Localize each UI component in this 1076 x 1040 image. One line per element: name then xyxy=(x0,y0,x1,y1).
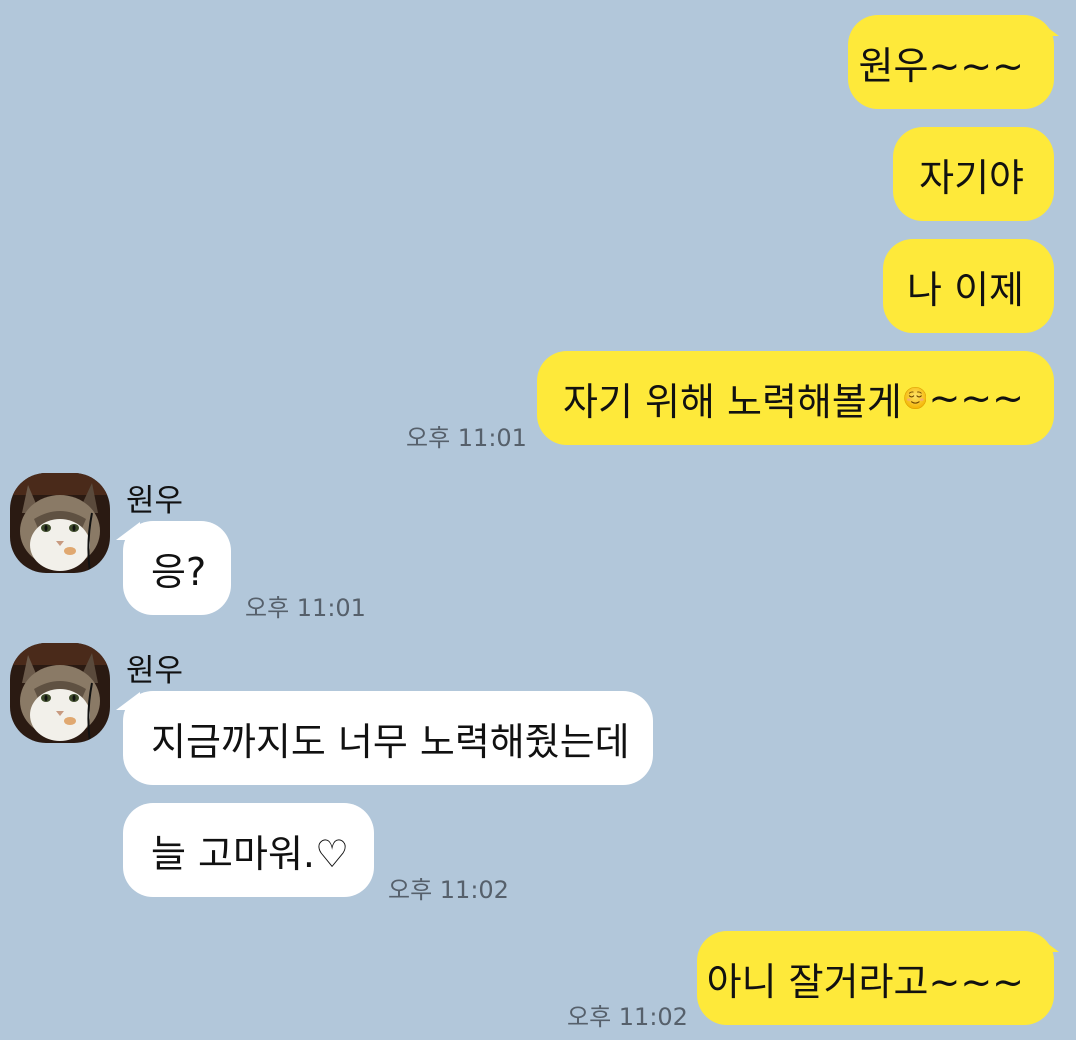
message-text: 나 이제 xyxy=(907,267,1024,312)
message-time: 오후 11:02 xyxy=(388,876,509,904)
relieved-face-emoji xyxy=(904,386,927,410)
message-text: 늘 고마워.♡ xyxy=(151,831,350,876)
message-text: 응? xyxy=(151,549,207,594)
message-text: 자기 위해 노력해볼게 xyxy=(563,379,902,424)
contact-avatar[interactable] xyxy=(10,643,110,743)
message-time: 오후 11:02 xyxy=(567,1003,688,1031)
my-message-bubble[interactable]: 원우~~~ xyxy=(848,15,1054,109)
message-text: 원우~~~ xyxy=(858,43,1024,88)
message-text: ~~~ xyxy=(928,376,1024,420)
cat-avatar-icon xyxy=(10,473,110,573)
my-message-bubble[interactable]: 자기야 xyxy=(893,127,1054,221)
message-time: 오후 11:01 xyxy=(406,424,527,452)
sender-name: 원우 xyxy=(126,653,184,689)
sender-name: 원우 xyxy=(126,483,184,519)
message-text: 아니 잘거라고~~~ xyxy=(706,959,1024,1004)
message-text: 지금까지도 너무 노력해줬는데 xyxy=(151,719,630,764)
contact-avatar[interactable] xyxy=(10,473,110,573)
bubble-tail xyxy=(1035,934,1059,952)
cat-avatar-icon xyxy=(10,643,110,743)
bubble-tail xyxy=(116,522,140,540)
their-message-bubble[interactable]: 지금까지도 너무 노력해줬는데 xyxy=(123,691,653,785)
their-message-bubble[interactable]: 늘 고마워.♡ xyxy=(123,803,374,897)
message-text: 자기야 xyxy=(919,155,1024,200)
message-time: 오후 11:01 xyxy=(245,594,366,622)
my-message-bubble[interactable]: 아니 잘거라고~~~ xyxy=(697,931,1054,1025)
bubble-tail xyxy=(1035,18,1059,36)
my-message-bubble[interactable]: 자기 위해 노력해볼게 ~~~ xyxy=(537,351,1054,445)
bubble-tail xyxy=(116,692,140,710)
my-message-bubble[interactable]: 나 이제 xyxy=(883,239,1054,333)
